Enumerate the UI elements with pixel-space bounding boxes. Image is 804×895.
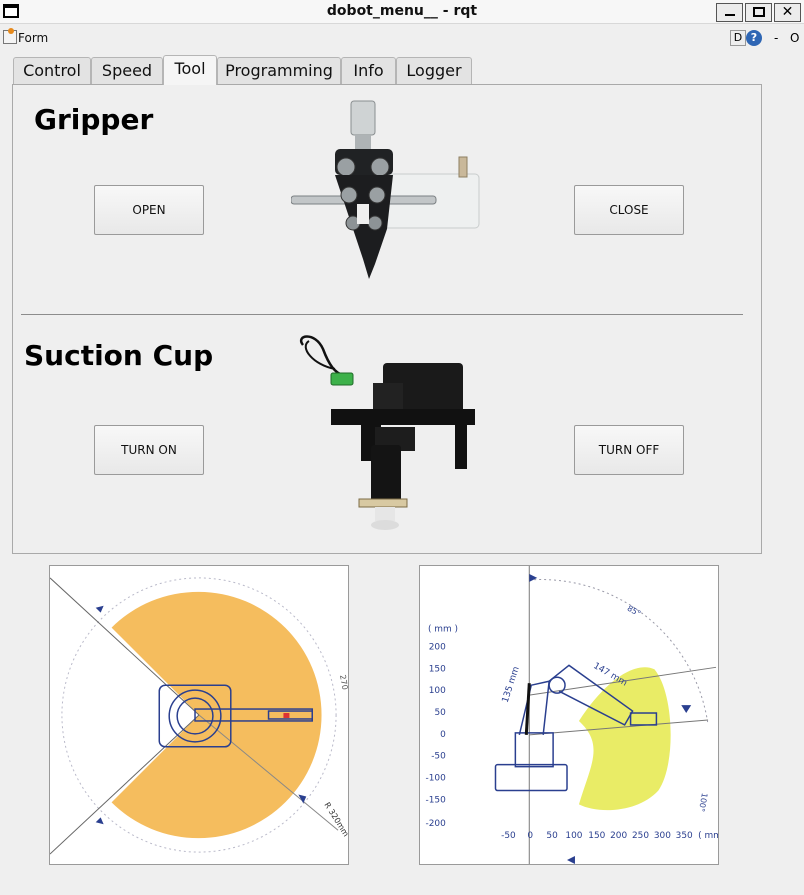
tab-programming[interactable]: Programming xyxy=(217,57,341,85)
x-tick: 150 xyxy=(588,831,605,841)
x-tick: 250 xyxy=(632,831,649,841)
y-axis-ticks: 200 150 100 50 0 -50 -100 -150 -200 xyxy=(426,642,447,829)
gripper-close-button[interactable]: CLOSE xyxy=(574,185,684,235)
x-unit-label: ( mm xyxy=(698,831,719,841)
x-tick: 350 xyxy=(676,831,693,841)
tab-info[interactable]: Info xyxy=(341,57,396,85)
x-tick: 50 xyxy=(546,831,558,841)
x-axis-ticks: -50 0 50 100 150 200 250 300 350 xyxy=(501,831,693,841)
side-unit-label: ( mm ) xyxy=(428,625,458,635)
x-tick: -50 xyxy=(501,831,516,841)
suction-turn-off-button[interactable]: TURN OFF xyxy=(574,425,684,475)
y-tick: -100 xyxy=(426,774,447,784)
close-window-button[interactable]: ✕ xyxy=(774,3,801,22)
workspace-angle-label: 270 xyxy=(338,674,349,690)
maximize-icon xyxy=(752,7,765,17)
tab-speed[interactable]: Speed xyxy=(91,57,163,85)
workspace-top-view-diagram: 270 R 320mm xyxy=(49,565,349,865)
y-tick: 50 xyxy=(434,708,446,718)
options-plugin-button[interactable]: O xyxy=(790,31,799,45)
y-tick: 150 xyxy=(429,664,446,674)
y-tick: -200 xyxy=(426,819,447,829)
workspace-side-view-diagram: ( mm ) 200 150 100 50 0 -50 -100 -150 -2… xyxy=(419,565,719,865)
arm1-length-label: 135 mm xyxy=(501,665,522,704)
tab-logger[interactable]: Logger xyxy=(396,57,472,85)
suction-cup-image xyxy=(299,335,475,530)
y-tick: -150 xyxy=(426,795,447,805)
x-tick: 300 xyxy=(654,831,671,841)
suction-cup-title: Suction Cup xyxy=(24,339,214,372)
x-tick: 0 xyxy=(527,831,533,841)
angle-top-label: 85° xyxy=(626,604,643,619)
section-divider xyxy=(21,314,743,315)
tool-panel: Gripper OPEN CLOSE Suction Cup TURN ON T… xyxy=(12,84,762,554)
maximize-button[interactable] xyxy=(745,3,772,22)
gripper-open-button[interactable]: OPEN xyxy=(94,185,204,235)
angle-right-label: 100° xyxy=(697,792,709,812)
gripper-image xyxy=(291,100,480,279)
y-tick: 200 xyxy=(429,642,446,652)
x-tick: 100 xyxy=(565,831,582,841)
plugin-title: Form xyxy=(18,31,49,45)
y-tick: 0 xyxy=(440,730,446,740)
plugin-bar: Form D ? - O xyxy=(0,26,804,50)
title-bar: dobot_menu__ - rqt ✕ xyxy=(0,0,804,24)
form-plugin-icon xyxy=(3,28,17,44)
y-tick: 100 xyxy=(429,686,446,696)
help-icon[interactable]: ? xyxy=(746,30,762,46)
gripper-title: Gripper xyxy=(34,103,154,136)
tab-control[interactable]: Control xyxy=(13,57,91,85)
window-title: dobot_menu__ - rqt xyxy=(326,3,478,19)
dock-button[interactable]: D xyxy=(730,30,746,46)
x-tick: 200 xyxy=(610,831,627,841)
workspace-radius-label: R 320mm xyxy=(322,801,349,839)
minimize-button[interactable] xyxy=(716,3,743,22)
minimize-plugin-button[interactable]: - xyxy=(774,31,778,45)
workspace-area xyxy=(578,667,671,811)
minimize-icon xyxy=(724,14,735,16)
suction-turn-on-button[interactable]: TURN ON xyxy=(94,425,204,475)
workspace-area xyxy=(111,591,322,839)
tab-tool[interactable]: Tool xyxy=(163,55,217,85)
y-tick: -50 xyxy=(431,752,446,762)
